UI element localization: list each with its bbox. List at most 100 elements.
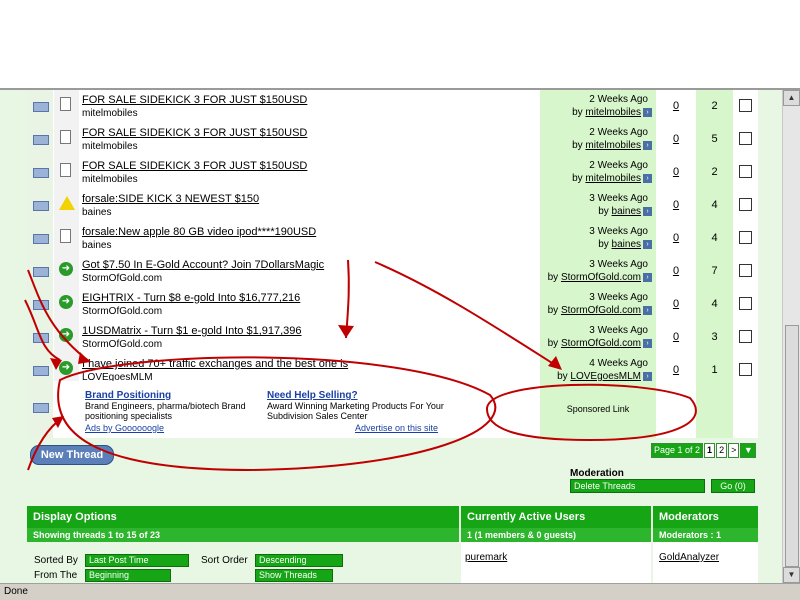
last-poster-link[interactable]: baines	[612, 239, 641, 250]
moderation-select[interactable]: Delete Threads	[570, 479, 705, 493]
last-post-by: by mitelmobiles ›	[572, 140, 652, 151]
go-to-last-post-icon[interactable]: ›	[643, 107, 652, 117]
last-post-time: 3 Weeks Ago	[589, 292, 648, 303]
thread-title-link[interactable]: forsale:SIDE KICK 3 NEWEST $150	[82, 193, 259, 205]
advertise-link[interactable]: Advertise on this site	[355, 423, 438, 433]
last-poster-link[interactable]: baines	[612, 206, 641, 217]
views-cell: 4	[696, 222, 733, 255]
envelope-icon	[33, 201, 49, 211]
table-row: forsale:New apple 80 GB video ipod****19…	[27, 222, 758, 256]
ad-brand-positioning[interactable]: Brand Positioning Brand Engineers, pharm…	[85, 390, 263, 421]
go-to-last-post-icon[interactable]: ›	[643, 239, 652, 249]
ad-text: Award Winning Marketing Products For You…	[267, 401, 444, 421]
replies-count[interactable]: 0	[656, 166, 696, 178]
replies-count[interactable]: 0	[656, 199, 696, 211]
views-count: 2	[711, 100, 718, 112]
page-2-link[interactable]: 2	[716, 443, 728, 458]
ad-need-help-selling[interactable]: Need Help Selling? Award Winning Marketi…	[267, 390, 447, 421]
ad-title[interactable]: Brand Positioning	[85, 390, 263, 401]
moderator-link[interactable]: GoldAnalyzer	[659, 552, 719, 563]
views-cell: 2	[696, 156, 733, 189]
thread-title-link[interactable]: FOR SALE SIDEKICK 3 FOR JUST $150USD	[82, 127, 307, 139]
thread-select-checkbox[interactable]	[739, 264, 752, 277]
views-count: 1	[711, 364, 718, 376]
last-poster-link[interactable]: StormOfGold.com	[561, 272, 641, 283]
status-cell	[27, 321, 53, 354]
thread-author: mitelmobiles	[82, 141, 138, 152]
thread-select-checkbox[interactable]	[739, 132, 752, 145]
last-post-time: 2 Weeks Ago	[589, 127, 648, 138]
last-post-cell: 3 Weeks Ago by baines ›	[540, 222, 656, 255]
thread-title-cell: FOR SALE SIDEKICK 3 FOR JUST $150USD mite…	[80, 156, 540, 189]
showing-threads-text: Showing threads 1 to 15 of 23	[27, 528, 459, 542]
views-cell: 4	[696, 288, 733, 321]
last-poster-link[interactable]: StormOfGold.com	[561, 305, 641, 316]
envelope-icon	[33, 135, 49, 145]
moderators-summary: Moderators : 1	[653, 528, 758, 542]
replies-count[interactable]: 0	[656, 331, 696, 343]
last-poster-link[interactable]: StormOfGold.com	[561, 338, 641, 349]
last-poster-link[interactable]: mitelmobiles	[585, 107, 641, 118]
go-to-last-post-icon[interactable]: ›	[643, 338, 652, 348]
scroll-up-icon[interactable]: ▲	[783, 90, 800, 106]
thread-title-link[interactable]: EIGHTRIX - Turn $8 e-gold Into $16,777,2…	[82, 292, 300, 304]
sort-order-select[interactable]: Descending	[255, 554, 343, 567]
thread-title-link[interactable]: Got $7.50 In E-Gold Account? Join 7Dolla…	[82, 259, 324, 271]
moderation-label: Moderation	[570, 468, 624, 479]
go-to-last-post-icon[interactable]: ›	[643, 272, 652, 282]
thread-title-link[interactable]: 1USDMatrix - Turn $1 e-gold Into $1,917,…	[82, 325, 302, 337]
thread-select-checkbox[interactable]	[739, 330, 752, 343]
go-to-last-post-icon[interactable]: ›	[643, 173, 652, 183]
go-to-last-post-icon[interactable]: ›	[643, 206, 652, 216]
thread-select-checkbox[interactable]	[739, 231, 752, 244]
thread-title-link[interactable]: FOR SALE SIDEKICK 3 FOR JUST $150USD	[82, 94, 307, 106]
ads-by-link[interactable]: Ads by Goooooogle	[85, 423, 164, 433]
by-prefix: by	[547, 272, 559, 283]
thread-select-checkbox[interactable]	[739, 165, 752, 178]
thread-title-link[interactable]: I have joined 70+ traffic exchanges and …	[82, 358, 348, 370]
from-select[interactable]: Beginning	[85, 569, 171, 582]
replies-count[interactable]: 0	[656, 298, 696, 310]
thread-select-checkbox[interactable]	[739, 99, 752, 112]
last-poster-link[interactable]: mitelmobiles	[585, 140, 641, 151]
thread-title-link[interactable]: forsale:New apple 80 GB video ipod****19…	[82, 226, 316, 238]
thread-select-checkbox[interactable]	[739, 297, 752, 310]
scroll-thumb[interactable]	[785, 325, 799, 567]
thread-title-cell: forsale:SIDE KICK 3 NEWEST $150 baines	[80, 189, 540, 222]
active-user-link[interactable]: puremark	[465, 552, 507, 563]
document-icon	[60, 97, 71, 111]
views-count: 4	[711, 298, 718, 310]
show-threads-button[interactable]: Show Threads	[255, 569, 333, 582]
replies-count[interactable]: 0	[656, 133, 696, 145]
thread-title-cell: forsale:New apple 80 GB video ipod****19…	[80, 222, 540, 255]
table-row: FOR SALE SIDEKICK 3 FOR JUST $150USD mite…	[27, 90, 758, 124]
sorted-by-label: Sorted By	[34, 555, 78, 566]
replies-count[interactable]: 0	[656, 265, 696, 277]
last-poster-link[interactable]: mitelmobiles	[585, 173, 641, 184]
thread-author: mitelmobiles	[82, 108, 138, 119]
go-to-last-post-icon[interactable]: ›	[643, 305, 652, 315]
select-cell	[733, 189, 758, 222]
thread-select-checkbox[interactable]	[739, 198, 752, 211]
replies-count[interactable]: 0	[656, 364, 696, 376]
moderation-box: Moderation Delete Threads Go (0)	[570, 468, 755, 493]
display-options-body: Sorted By Last Post Time Sort Order Desc…	[27, 542, 459, 583]
replies-count[interactable]: 0	[656, 100, 696, 112]
moderation-go-button[interactable]: Go (0)	[711, 479, 755, 493]
sorted-by-select[interactable]: Last Post Time	[85, 554, 189, 567]
new-thread-button[interactable]: New Thread	[30, 445, 114, 465]
thread-author: baines	[82, 207, 112, 218]
page-next-link[interactable]: >	[728, 443, 740, 458]
page-menu-icon[interactable]: ▼	[740, 443, 757, 458]
thread-title-link[interactable]: FOR SALE SIDEKICK 3 FOR JUST $150USD	[82, 160, 307, 172]
vertical-scrollbar[interactable]: ▲ ▼	[782, 90, 800, 583]
by-prefix: by	[572, 107, 583, 118]
ad-title[interactable]: Need Help Selling?	[267, 390, 447, 401]
views-count: 4	[711, 199, 718, 211]
scroll-down-icon[interactable]: ▼	[783, 567, 800, 583]
go-to-last-post-icon[interactable]: ›	[643, 371, 652, 381]
last-post-time: 3 Weeks Ago	[589, 259, 648, 270]
go-to-last-post-icon[interactable]: ›	[643, 140, 652, 150]
replies-count[interactable]: 0	[656, 232, 696, 244]
thread-select-checkbox[interactable]	[739, 363, 752, 376]
